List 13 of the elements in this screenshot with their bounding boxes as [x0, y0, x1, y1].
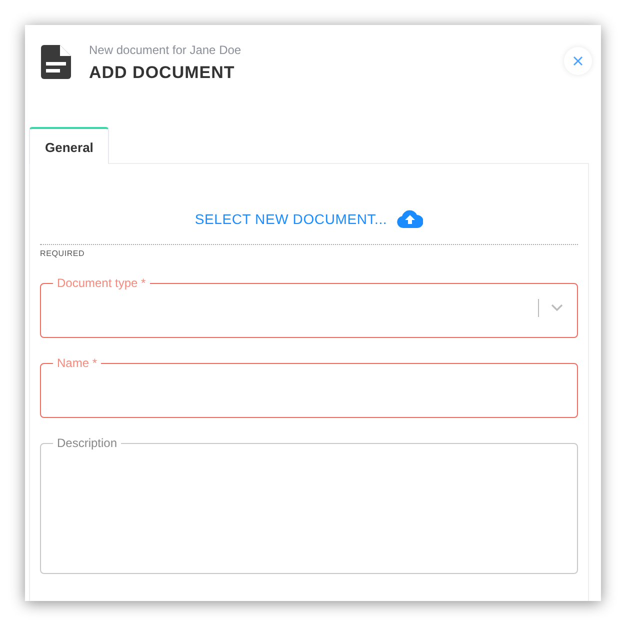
dialog-title: ADD DOCUMENT [89, 63, 236, 83]
input-field[interactable]: Name * [40, 356, 578, 418]
cloud-upload-icon[interactable] [397, 210, 424, 228]
chevron-down-icon [551, 304, 563, 312]
select-field[interactable]: Document type * [40, 276, 578, 338]
section-label: REQUIRED [40, 249, 85, 258]
close-icon [573, 56, 583, 66]
close-button[interactable] [564, 47, 592, 75]
dialog-subtitle: New document for Jane Doe [89, 43, 242, 57]
tab[interactable]: General [29, 127, 110, 164]
select-document-link[interactable]: SELECT NEW DOCUMENT... [194, 211, 388, 227]
text-area[interactable]: Description [40, 436, 578, 574]
document-icon [41, 45, 71, 79]
